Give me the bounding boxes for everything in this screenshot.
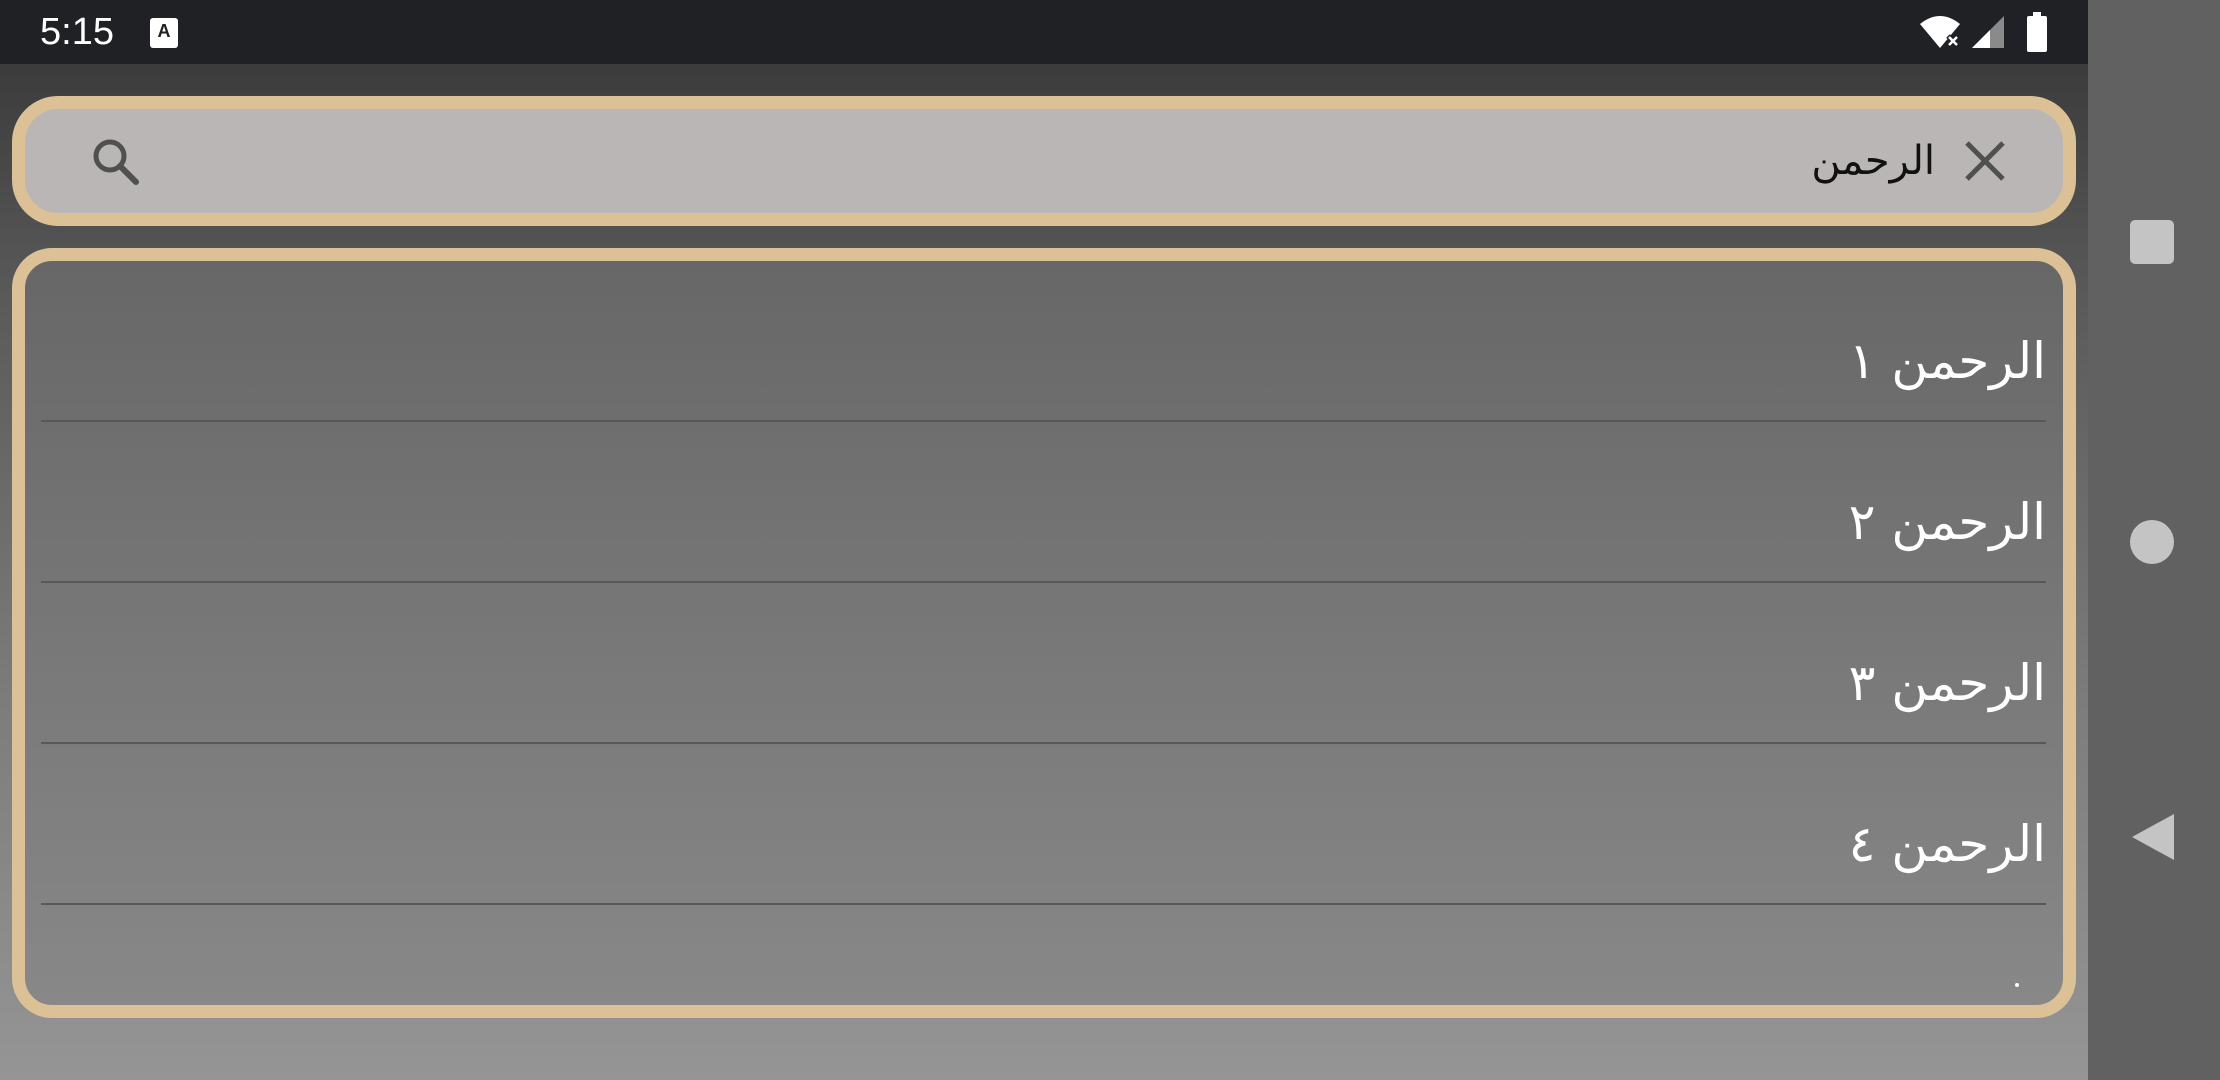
keyboard-notification-icon: A (150, 18, 178, 48)
recents-icon[interactable] (2130, 220, 2174, 264)
results-panel: الرحمن ١ الرحمن ٢ الرحمن ٣ الرحمن ٤ (12, 248, 2076, 1018)
list-item[interactable]: الرحمن ٢ (41, 422, 2046, 583)
status-bar: 5:15 A (0, 0, 2088, 64)
list-item[interactable]: الرحمن ١ (41, 261, 2046, 422)
list-item[interactable]: الرحمن ٤ (41, 744, 2046, 905)
app-area: 5:15 A الرحمن الرحمن ١ الرحمن ٢ الرحمن ٣… (0, 0, 2088, 1080)
list-item-label: الرحمن ٢ (1848, 493, 2046, 551)
list-item-label: الرحمن ١ (1848, 332, 2046, 390)
list-item-label: الرحمن ٤ (1848, 815, 2046, 873)
screen: 5:15 A الرحمن الرحمن ١ الرحمن ٢ الرحمن ٣… (0, 0, 2220, 1080)
list-item[interactable]: الرحمن ٣ (41, 583, 2046, 744)
battery-icon (2027, 12, 2047, 52)
list-item-label: الرحمن ٣ (1848, 654, 2046, 712)
home-icon[interactable] (2130, 520, 2174, 564)
partial-list-item (2015, 983, 2019, 987)
search-icon[interactable] (87, 133, 147, 193)
results-list: الرحمن ١ الرحمن ٢ الرحمن ٣ الرحمن ٤ (41, 261, 2046, 905)
status-time: 5:15 (40, 11, 114, 53)
signal-icon (1972, 16, 2004, 48)
search-bar (12, 96, 2076, 226)
wifi-icon (1920, 16, 1960, 48)
close-icon[interactable] (1955, 131, 2015, 191)
navigation-bar (2088, 0, 2220, 1080)
search-input[interactable] (165, 121, 1935, 201)
back-icon[interactable] (2130, 812, 2176, 862)
